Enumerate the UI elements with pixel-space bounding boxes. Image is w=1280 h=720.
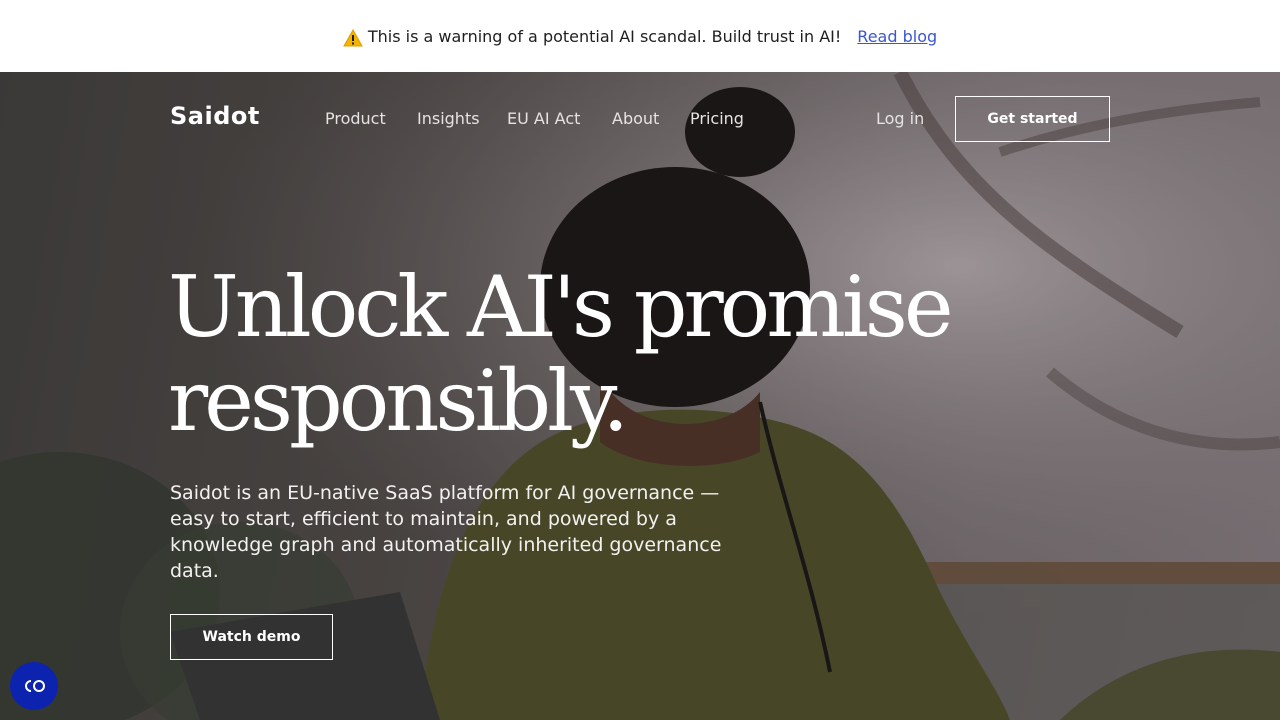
main-navigation: Saidot Product Insights EU AI Act About … xyxy=(0,72,1280,166)
nav-item-eu-ai-act[interactable]: EU AI Act xyxy=(507,109,580,128)
nav-item-product[interactable]: Product xyxy=(325,109,386,128)
get-started-button[interactable]: Get started xyxy=(955,96,1110,142)
banner-message: This is a warning of a potential AI scan… xyxy=(367,26,842,46)
nav-item-about[interactable]: About xyxy=(612,109,659,128)
watch-demo-button[interactable]: Watch demo xyxy=(170,614,333,660)
nav-item-insights[interactable]: Insights xyxy=(417,109,480,128)
cookie-consent-icon xyxy=(25,680,45,692)
warning-icon xyxy=(342,28,363,47)
headline-line-2: responsibly. xyxy=(168,352,629,450)
read-blog-link[interactable]: Read blog xyxy=(857,27,937,46)
hero-description: Saidot is an EU-native SaaS platform for… xyxy=(170,482,722,582)
announcement-banner: This is a warning of a potential AI scan… xyxy=(0,0,1280,72)
hero-section: Saidot Product Insights EU AI Act About … xyxy=(0,72,1280,720)
hero-headline: Unlock AI's promise responsibly. xyxy=(168,260,968,448)
login-link[interactable]: Log in xyxy=(876,109,924,128)
headline-line-1: Unlock AI's promise xyxy=(168,258,954,356)
nav-item-pricing[interactable]: Pricing xyxy=(690,109,744,128)
cookie-consent-button[interactable] xyxy=(10,662,58,710)
saidot-logo[interactable]: Saidot xyxy=(170,102,260,130)
